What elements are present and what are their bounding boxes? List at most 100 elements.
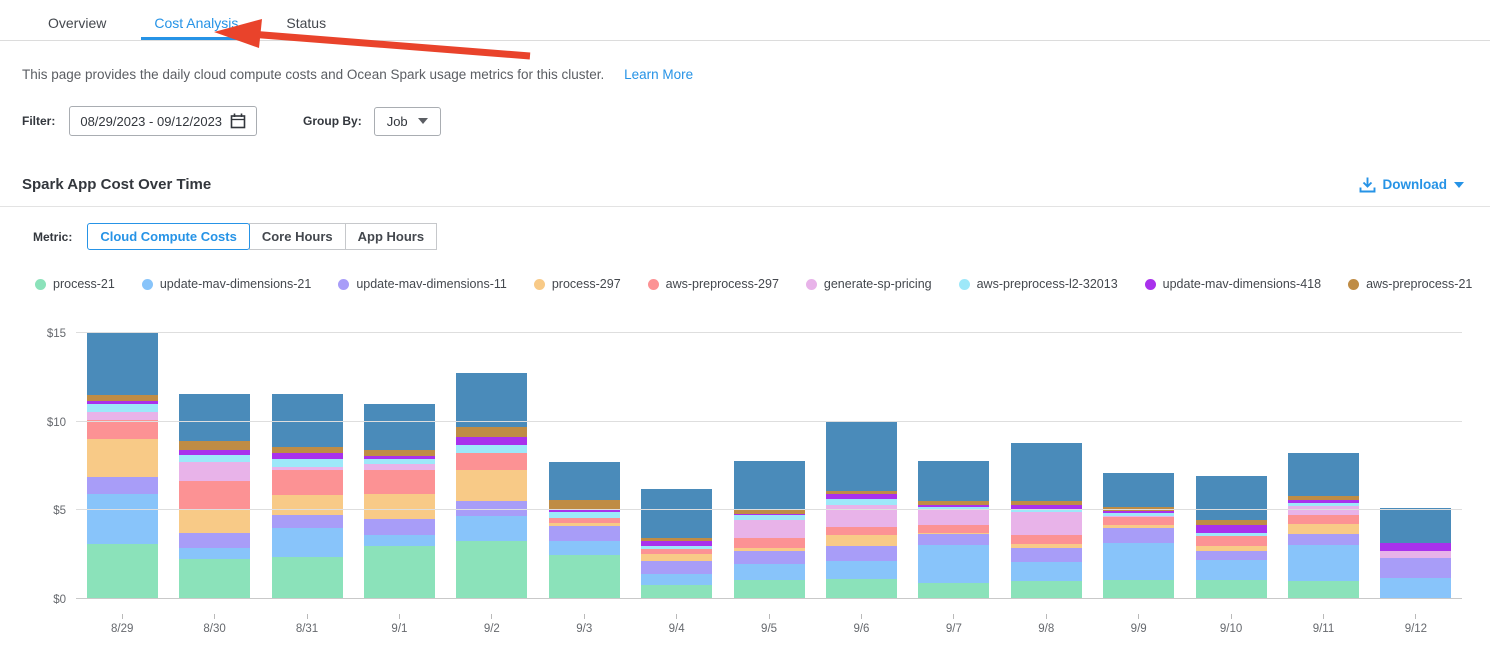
bar-segment[interactable] <box>272 495 343 515</box>
bar-segment[interactable] <box>641 554 712 561</box>
bar-segment[interactable] <box>456 373 527 427</box>
bar-segment[interactable] <box>1011 548 1082 562</box>
bar-segment[interactable] <box>826 422 897 492</box>
bar-segment[interactable] <box>179 455 250 462</box>
bar-segment[interactable] <box>826 546 897 561</box>
bar-segment[interactable] <box>272 557 343 599</box>
bar-segment[interactable] <box>641 561 712 574</box>
bar-segment[interactable] <box>179 509 250 534</box>
bar-segment[interactable] <box>272 470 343 495</box>
bar-segment[interactable] <box>456 516 527 542</box>
bar-segment[interactable] <box>549 526 620 541</box>
bar-segment[interactable] <box>826 561 897 579</box>
bar-segment[interactable] <box>1103 543 1174 579</box>
bar-segment[interactable] <box>1103 580 1174 600</box>
legend-item[interactable]: update-mav-dimensions-11 <box>338 277 507 291</box>
bar-segment[interactable] <box>456 445 527 453</box>
bar-segment[interactable] <box>826 579 897 599</box>
bar-segment[interactable] <box>87 544 158 599</box>
bar-segment[interactable] <box>1380 508 1451 543</box>
bar-segment[interactable] <box>734 564 805 579</box>
bar-segment[interactable] <box>918 545 989 583</box>
legend-item[interactable]: process-297 <box>534 277 621 291</box>
bar-segment[interactable] <box>364 519 435 535</box>
bar-segment[interactable] <box>87 477 158 495</box>
bar-segment[interactable] <box>734 538 805 548</box>
legend-item[interactable]: update-mav-dimensions-418 <box>1145 277 1321 291</box>
bar-segment[interactable] <box>1380 543 1451 551</box>
metric-option-app-hours[interactable]: App Hours <box>345 223 437 250</box>
metric-option-cloud-compute-costs[interactable]: Cloud Compute Costs <box>87 223 250 250</box>
bar-segment[interactable] <box>734 520 805 538</box>
bar-segment[interactable] <box>1196 551 1267 560</box>
legend-item[interactable]: update-mav-dimensions-21 <box>142 277 311 291</box>
bar-segment[interactable] <box>1288 515 1359 524</box>
legend-item[interactable]: generate-sp-pricing <box>806 277 932 291</box>
bar-segment[interactable] <box>87 332 158 395</box>
bar-segment[interactable] <box>179 548 250 559</box>
bar-segment[interactable] <box>1288 453 1359 496</box>
bar-segment[interactable] <box>1103 528 1174 543</box>
bar-segment[interactable] <box>549 462 620 500</box>
date-range-picker[interactable]: 08/29/2023 - 09/12/2023 <box>69 106 257 136</box>
bar-segment[interactable] <box>364 535 435 546</box>
legend-item[interactable]: aws-preprocess-l2-32013 <box>959 277 1118 291</box>
bar-segment[interactable] <box>734 580 805 600</box>
bar-segment[interactable] <box>734 551 805 564</box>
group-by-select[interactable]: Job <box>374 107 441 136</box>
bar-segment[interactable] <box>1011 443 1082 501</box>
download-button[interactable]: Download <box>1359 176 1465 193</box>
bar-segment[interactable] <box>1288 545 1359 581</box>
bar-segment[interactable] <box>549 555 620 599</box>
bar-segment[interactable] <box>364 404 435 450</box>
bar-segment[interactable] <box>1380 551 1451 559</box>
bar-segment[interactable] <box>1011 581 1082 599</box>
bar-segment[interactable] <box>918 583 989 599</box>
tab-overview[interactable]: Overview <box>35 9 119 40</box>
bar-segment[interactable] <box>272 528 343 557</box>
bar-segment[interactable] <box>918 461 989 501</box>
bar-segment[interactable] <box>1011 512 1082 535</box>
bar-segment[interactable] <box>364 546 435 599</box>
bar-segment[interactable] <box>918 510 989 525</box>
bar-segment[interactable] <box>1196 536 1267 546</box>
bar-segment[interactable] <box>918 525 989 533</box>
legend-item[interactable]: aws-preprocess-21 <box>1348 277 1472 291</box>
bar-segment[interactable] <box>87 412 158 420</box>
legend-item[interactable]: aws-preprocess-297 <box>648 277 779 291</box>
bar-segment[interactable] <box>826 535 897 546</box>
bar-segment[interactable] <box>1196 560 1267 580</box>
bar-segment[interactable] <box>641 585 712 599</box>
bar-segment[interactable] <box>1196 525 1267 533</box>
bar-segment[interactable] <box>272 515 343 528</box>
bar-segment[interactable] <box>179 533 250 548</box>
bar-segment[interactable] <box>87 420 158 440</box>
bar-segment[interactable] <box>364 470 435 495</box>
bar-segment[interactable] <box>918 534 989 545</box>
bar-segment[interactable] <box>272 459 343 467</box>
bar-segment[interactable] <box>1288 506 1359 515</box>
bar-segment[interactable] <box>1196 476 1267 520</box>
bar-segment[interactable] <box>1288 534 1359 545</box>
bar-segment[interactable] <box>826 527 897 535</box>
bar-segment[interactable] <box>456 437 527 445</box>
bar-segment[interactable] <box>1380 578 1451 599</box>
bar-segment[interactable] <box>364 494 435 519</box>
bar-segment[interactable] <box>641 489 712 538</box>
bar-segment[interactable] <box>87 404 158 412</box>
bar-segment[interactable] <box>641 574 712 585</box>
bar-segment[interactable] <box>179 462 250 482</box>
bar-segment[interactable] <box>1011 535 1082 544</box>
bar-segment[interactable] <box>1196 580 1267 600</box>
bar-segment[interactable] <box>1288 524 1359 535</box>
bar-segment[interactable] <box>179 394 250 441</box>
bar-segment[interactable] <box>179 441 250 450</box>
bar-segment[interactable] <box>1011 562 1082 582</box>
bar-segment[interactable] <box>87 494 158 544</box>
bar-segment[interactable] <box>549 541 620 554</box>
bar-segment[interactable] <box>734 461 805 510</box>
bar-segment[interactable] <box>1103 517 1174 524</box>
bar-segment[interactable] <box>179 481 250 508</box>
bar-segment[interactable] <box>87 439 158 476</box>
bar-segment[interactable] <box>456 453 527 471</box>
